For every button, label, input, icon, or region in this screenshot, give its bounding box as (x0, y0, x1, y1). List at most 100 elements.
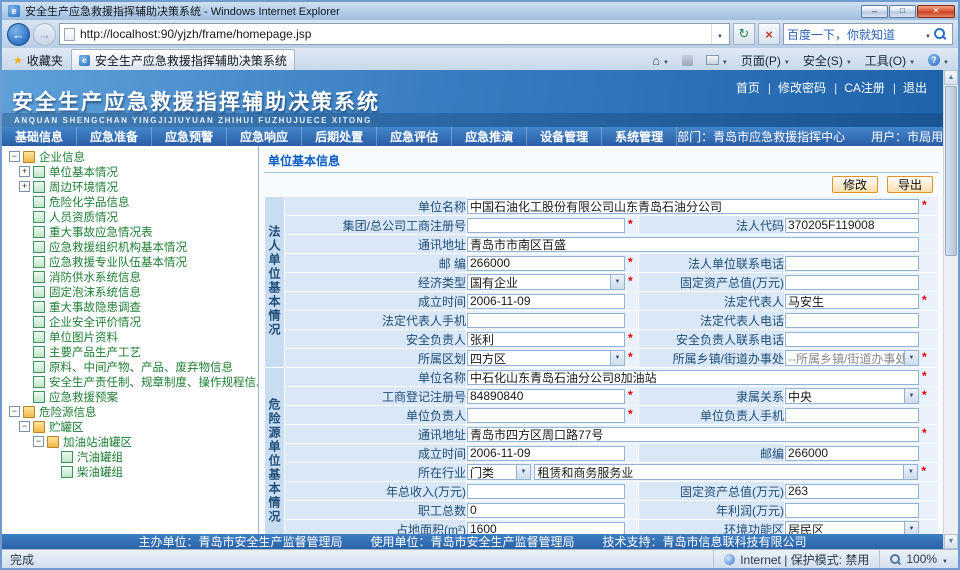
legal-fixed-assets-input[interactable] (785, 275, 919, 290)
scroll-up-button[interactable] (944, 70, 958, 85)
menu-item[interactable]: 应急响应 (227, 127, 302, 146)
tree-expander-icon[interactable] (9, 151, 20, 162)
modify-button[interactable]: 修改 (832, 176, 878, 193)
tree-item[interactable]: 应急救援专业队伍基本情况 (5, 254, 258, 269)
menu-item[interactable]: 应急评估 (377, 127, 452, 146)
affiliation-select[interactable]: 中央 (785, 388, 919, 404)
search-box[interactable]: 百度一下，你就知道 (783, 23, 953, 45)
district-select[interactable]: 四方区 (467, 350, 625, 366)
tools-menu-button[interactable]: 工具(O) (859, 51, 921, 70)
legal-code-input[interactable] (785, 218, 919, 233)
tree-item[interactable]: 安全生产责任制、规章制度、操作规程信息 (5, 374, 258, 389)
scroll-down-button[interactable] (944, 534, 958, 549)
unit-head-input[interactable] (467, 408, 625, 423)
stop-button[interactable] (758, 23, 780, 45)
legal-phone-input[interactable] (785, 256, 919, 271)
help-button[interactable] (922, 51, 955, 70)
env-zone-select[interactable]: 居民区 (785, 521, 919, 534)
print-button[interactable] (700, 51, 734, 70)
station-founded-date-input[interactable] (467, 446, 625, 461)
station-fixed-assets-input[interactable] (785, 484, 919, 499)
tree-item[interactable]: 危险源信息 (5, 404, 258, 419)
address-field[interactable]: http://localhost:90/yjzh/frame/homepage.… (59, 23, 730, 45)
security-menu-button[interactable]: 安全(S) (797, 51, 858, 70)
header-link[interactable]: 首页 (732, 79, 764, 96)
favorites-button[interactable]: 收藏夹 (5, 50, 71, 70)
station-name-input[interactable] (467, 370, 919, 385)
export-button[interactable]: 导出 (887, 176, 933, 193)
zoom-control[interactable]: 100% (879, 550, 958, 568)
tree-expander-icon[interactable] (19, 421, 30, 432)
tree-item[interactable]: 应急救援预案 (5, 389, 258, 404)
annual-profit-input[interactable] (785, 503, 919, 518)
feed-button[interactable] (676, 51, 699, 70)
menu-item[interactable]: 系统管理 (602, 127, 677, 146)
legal-rep-mobile-input[interactable] (467, 313, 625, 328)
legal-address-input[interactable] (467, 237, 919, 252)
header-link[interactable]: 修改密码 (764, 79, 830, 96)
postcode-input[interactable] (467, 256, 625, 271)
active-tab[interactable]: e 安全生产应急救援指挥辅助决策系统 (71, 49, 295, 70)
tree-expander-icon[interactable] (19, 181, 30, 192)
menu-item[interactable]: 应急推演 (452, 127, 527, 146)
refresh-button[interactable] (733, 23, 755, 45)
unit-head-mobile-input[interactable] (785, 408, 919, 423)
tree-item[interactable]: 消防供水系统信息 (5, 269, 258, 284)
business-regno-input[interactable] (467, 389, 625, 404)
annual-income-input[interactable] (467, 484, 625, 499)
back-button[interactable] (7, 23, 30, 46)
safety-officer-input[interactable] (467, 332, 625, 347)
header-link[interactable]: CA注册 (830, 79, 889, 96)
tree-item[interactable]: 单位基本情况 (5, 164, 258, 179)
menu-item[interactable]: 基础信息 (2, 127, 77, 146)
tree-item[interactable]: 企业安全评价情况 (5, 314, 258, 329)
tree-expander-icon[interactable] (33, 436, 44, 447)
legal-rep-phone-input[interactable] (785, 313, 919, 328)
scrollbar-thumb[interactable] (945, 86, 957, 256)
search-input[interactable]: 百度一下，你就知道 (787, 26, 925, 43)
tree-item[interactable]: 人员资质情况 (5, 209, 258, 224)
url-text[interactable]: http://localhost:90/yjzh/frame/homepage.… (80, 27, 711, 41)
menu-item[interactable]: 设备管理 (527, 127, 602, 146)
area-input[interactable] (467, 522, 625, 534)
tree-item[interactable]: 周边环境情况 (5, 179, 258, 194)
tree-item[interactable]: 企业信息 (5, 149, 258, 164)
tree-item[interactable]: 贮罐区 (5, 419, 258, 434)
search-dropdown-icon[interactable] (925, 25, 931, 43)
tree-item[interactable]: 重大事故隐患调查 (5, 299, 258, 314)
search-icon[interactable] (934, 28, 946, 40)
menu-item[interactable]: 应急预警 (152, 127, 227, 146)
tree-expander-icon[interactable] (9, 406, 20, 417)
tree-item[interactable]: 原料、中间产物、产品、废弃物信息 (5, 359, 258, 374)
tree-item[interactable]: 加油站油罐区 (5, 434, 258, 449)
station-address-input[interactable] (467, 427, 919, 442)
minimize-button[interactable] (861, 5, 888, 18)
tree-item[interactable]: 固定泡沫系统信息 (5, 284, 258, 299)
close-button[interactable] (917, 5, 955, 18)
address-dropdown[interactable] (711, 24, 728, 44)
maximize-button[interactable] (889, 5, 916, 18)
page-menu-button[interactable]: 页面(P) (735, 51, 796, 70)
industry-select[interactable]: 租赁和商务服务业 (534, 464, 918, 480)
station-postcode-input[interactable] (785, 446, 919, 461)
tree-item[interactable]: 重大事故应急情况表 (5, 224, 258, 239)
legal-founded-date-input[interactable] (467, 294, 625, 309)
forward-button[interactable] (33, 23, 56, 46)
page-scrollbar[interactable] (943, 70, 958, 549)
scrollbar-track[interactable] (944, 85, 958, 534)
township-select[interactable]: --所属乡镇/街道办事处-- (785, 350, 919, 366)
home-button[interactable] (646, 51, 675, 70)
tree-expander-icon[interactable] (19, 166, 30, 177)
tree-item[interactable]: 主要产品生产工艺 (5, 344, 258, 359)
header-link[interactable]: 退出 (889, 79, 931, 96)
tree-item[interactable]: 汽油罐组 (5, 449, 258, 464)
safety-officer-phone-input[interactable] (785, 332, 919, 347)
unit-name-input[interactable] (467, 199, 919, 214)
economic-type-select[interactable]: 国有企业 (467, 274, 625, 290)
tree-item[interactable]: 危险化学品信息 (5, 194, 258, 209)
menu-item[interactable]: 后期处置 (302, 127, 377, 146)
tree-item[interactable]: 应急救援组织机构基本情况 (5, 239, 258, 254)
industry-category-select[interactable]: 门类 (467, 464, 531, 480)
menu-item[interactable]: 应急准备 (77, 127, 152, 146)
group-regno-input[interactable] (467, 218, 625, 233)
